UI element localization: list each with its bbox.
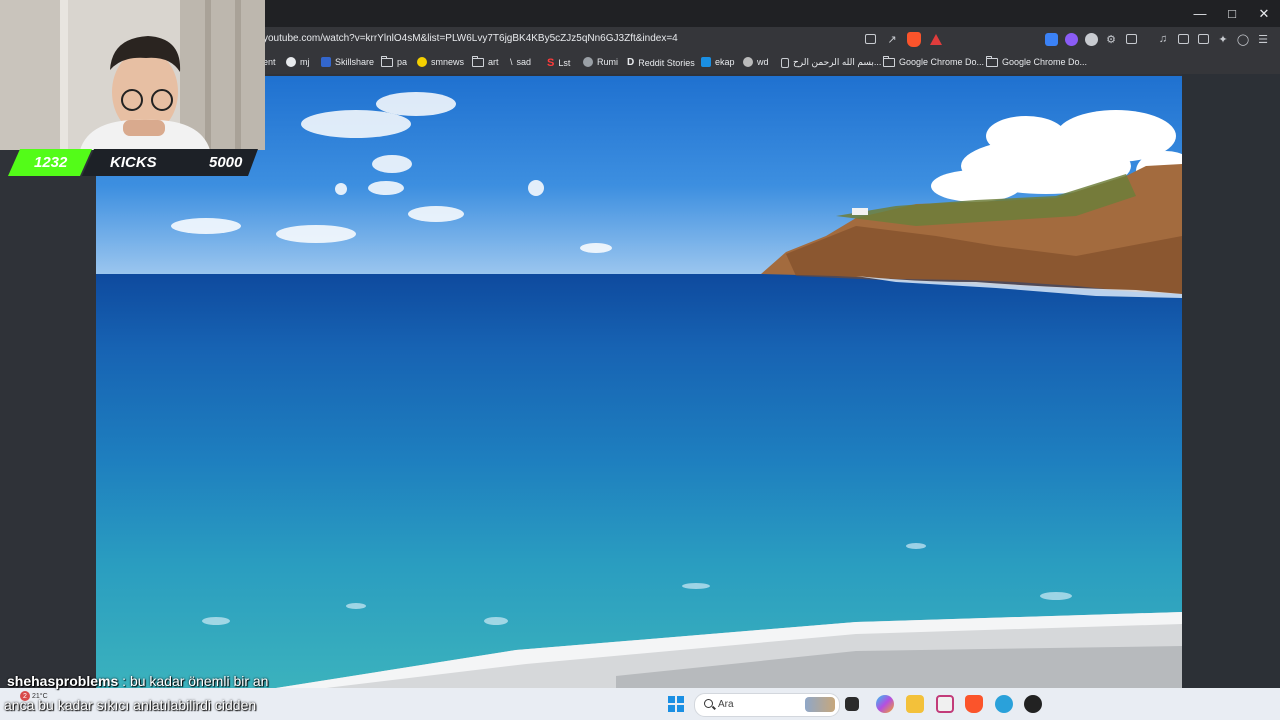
spacer-icon [1143,31,1151,47]
music-icon[interactable]: ♫ [1155,31,1171,47]
kicks-count: 1232 [34,154,68,171]
bookmark-rumi[interactable]: Rumi [583,57,618,67]
telegram-icon[interactable] [995,695,1013,713]
rumi-icon [583,57,593,67]
bookmark-label: Reddit Stories [638,57,695,68]
bookmark-label: art [488,57,499,67]
menu-icon[interactable]: ☰ [1255,31,1271,47]
kicks-label: KICKS [110,154,157,171]
video-foreground [202,164,1182,688]
bookmark-label: Google Chrome Do... [899,57,985,67]
maximize-button[interactable]: □ [1216,0,1248,27]
bookmark-label: بسم الله الرحمن الرح... [793,57,882,67]
bookmark-label: Rumi [597,57,619,67]
bookmark-label: ekap [715,57,735,67]
bookmark-label: sad [516,57,532,67]
task-view-icon[interactable] [845,697,859,711]
brave-taskbar-icon[interactable] [965,695,983,713]
brave-shields-icon[interactable] [906,31,922,47]
folder-icon [986,55,998,67]
smiley-icon [417,57,427,67]
bookmark-pa[interactable]: pa [381,55,408,67]
bookmark-sad[interactable]: \ sad [510,57,531,67]
video-player[interactable] [96,76,1182,688]
cast-icon[interactable] [862,31,878,47]
extensions-toolbar: ⚙ ♫ ✦ ◯ ☰ [1043,31,1271,47]
s-logo-icon: S [547,57,555,69]
bookmark-lst[interactable]: S Lst [547,57,570,69]
brave-rewards-icon[interactable] [928,31,944,47]
page-icon: D [627,57,635,68]
copilot-icon[interactable] [876,695,894,713]
folder-icon [381,55,393,67]
bookmark-label: Lst [558,58,571,68]
bookmark-label: smnews [431,57,465,67]
chat-separator: : [118,673,130,689]
bookmark-label: mj [300,57,310,67]
bookmark-wd[interactable]: wd [743,57,769,67]
search-icon [704,699,713,708]
bookmark-mj[interactable]: mj [286,57,310,67]
search-highlight-image [805,697,835,712]
bookmark-skillshare[interactable]: Skillshare [321,57,374,67]
bookmark-label: Google Chrome Do... [1002,57,1088,67]
app-icon[interactable] [1024,695,1042,713]
vpn-shield-icon[interactable]: ◯ [1235,31,1251,47]
bookmark-chrome-docs-1[interactable]: Google Chrome Do... [883,55,985,67]
bookmark-smnews[interactable]: smnews [417,57,464,67]
bookmark-reddit-stories[interactable]: D Reddit Stories [627,57,695,68]
chat-username: shehasproblems [7,673,119,689]
bookmark-ekap[interactable]: ekap [701,57,735,67]
extension-gray-icon[interactable] [1083,31,1099,47]
cliff-building [852,208,868,215]
start-button[interactable] [668,696,684,712]
page-right-pane [1182,74,1280,688]
doc-icon [781,57,789,68]
bookmark-chrome-docs-2[interactable]: Google Chrome Do... [986,55,1088,67]
extension-purple-icon[interactable] [1063,31,1079,47]
bookmark-label: Skillshare [335,57,375,67]
slash-icon: \ [510,57,513,67]
url-field[interactable]: youtube.com/watch?v=krrYlnlO4sM&list=PLW… [263,33,678,44]
close-button[interactable]: ✕ [1248,0,1280,27]
url-actions: ↗ [862,31,944,47]
sidebar-icon[interactable] [1175,31,1191,47]
window-controls: — □ ✕ [1184,0,1280,27]
folder-icon [472,55,484,67]
taskbar-search[interactable]: Ara [694,693,840,717]
search-placeholder: Ara [718,699,734,710]
share-icon[interactable]: ↗ [884,31,900,47]
kicks-goal-widget: 1232 KICKS 5000 [8,149,258,176]
chat-text-line2: anca bu kadar sıkıcı anlatılabilirdi cid… [4,697,257,713]
bookmark-bismillah[interactable]: بسم الله الرحمن الرح... [781,57,881,68]
webcam-feed [0,0,265,150]
screenshot-icon[interactable] [1123,31,1139,47]
snipping-tool-icon[interactable] [936,695,954,713]
kicks-goal: 5000 [209,154,243,171]
github-icon [286,57,296,67]
extension-blue-icon[interactable] [1043,31,1059,47]
folder-icon [883,55,895,67]
bookmark-art[interactable]: art [472,55,499,67]
leo-ai-icon[interactable]: ✦ [1215,31,1231,47]
wallet-icon[interactable] [1195,31,1211,47]
minimize-button[interactable]: — [1184,0,1216,27]
file-explorer-icon[interactable] [906,695,924,713]
skillshare-icon [321,57,331,67]
puzzle-icon[interactable]: ⚙ [1103,31,1119,47]
webcam-overlay [0,0,265,150]
chat-message: shehasproblems : bu kadar önemli bir an [7,673,268,689]
wd-icon [743,57,753,67]
chat-text-line1: bu kadar önemli bir an [129,673,269,689]
bookmark-label: wd [757,57,769,67]
bookmark-label: pa [397,57,408,67]
ekap-icon [701,57,711,67]
